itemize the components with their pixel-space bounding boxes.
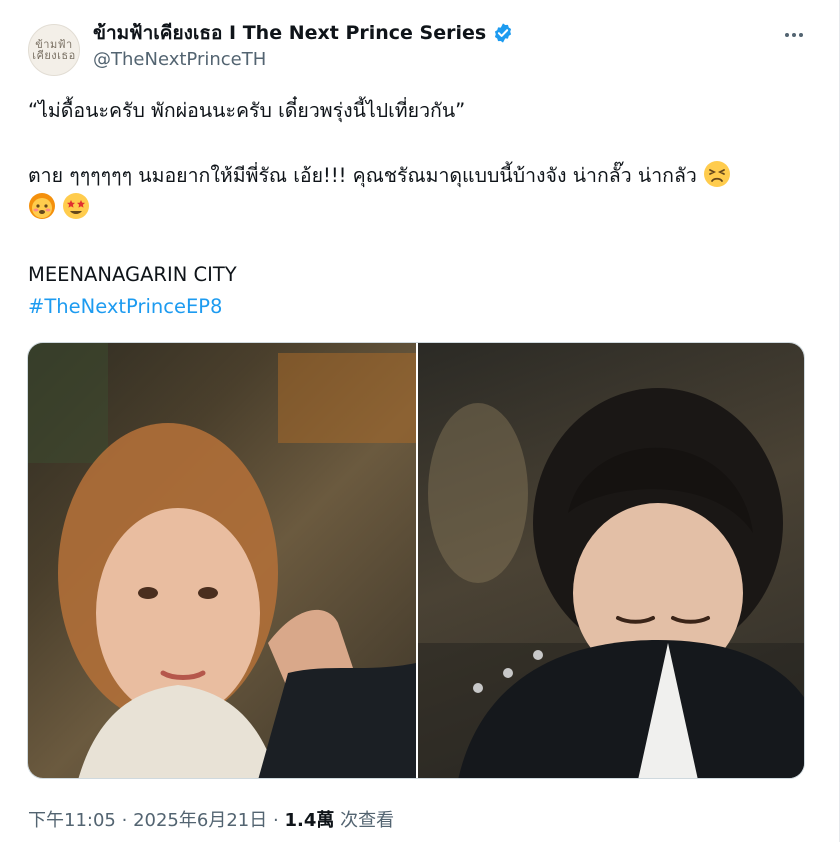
- more-dot-icon: [785, 33, 789, 37]
- more-dot-icon: [792, 33, 796, 37]
- tweet-line-reaction-text: ตาย ๆๆๆๆๆๆ นมอยากให้มีพี่รัณ เอ้ย!!! คุณ…: [28, 164, 697, 187]
- tweet-date[interactable]: 2025年6月21日: [133, 810, 267, 831]
- avatar-logo-text: ข้ามฟ้า เคียงเธอ: [32, 38, 76, 62]
- verified-badge-icon[interactable]: [492, 22, 514, 44]
- tweet-card: ข้ามฟ้า เคียงเธอ ข้ามฟ้าเคียงเธอ I The N…: [0, 0, 840, 842]
- photo-left[interactable]: [28, 343, 416, 778]
- meta-separator: ·: [272, 810, 279, 831]
- author-display-name[interactable]: ข้ามฟ้าเคียงเธอ I The Next Prince Series: [93, 18, 486, 48]
- views-count: 1.4萬: [284, 810, 335, 831]
- photo-left-image: [28, 343, 416, 778]
- tired-face-emoji-icon: [703, 160, 731, 188]
- star-struck-emoji-icon: [62, 192, 90, 220]
- tweet-line-emojis: [28, 192, 90, 223]
- meta-separator: ·: [121, 810, 128, 831]
- photo-right[interactable]: [418, 343, 804, 778]
- hashtag-link[interactable]: #TheNextPrinceEP8: [28, 292, 222, 322]
- photo-right-image: [418, 388, 804, 778]
- tweet-media[interactable]: [27, 342, 805, 779]
- more-dot-icon: [799, 33, 803, 37]
- author-avatar[interactable]: ข้ามฟ้า เคียงเธอ: [28, 24, 80, 76]
- views-label: 次查看: [340, 810, 395, 831]
- hot-face-emoji-icon: [28, 192, 56, 220]
- author-handle[interactable]: @TheNextPrinceTH: [93, 49, 266, 70]
- tweet-meta: 下午11:05 · 2025年6月21日 · 1.4萬 次查看: [28, 806, 394, 832]
- tweet-line-reaction: ตาย ๆๆๆๆๆๆ นมอยากให้มีพี่รัณ เอ้ย!!! คุณ…: [28, 160, 731, 191]
- tweet-location: MEENANAGARIN CITY: [28, 263, 237, 286]
- more-options-button[interactable]: [778, 24, 810, 46]
- tweet-line-quote: “ไม่ดื้อนะครับ พักผ่อนนะครับ เดี๋ยวพรุ่ง…: [28, 99, 466, 122]
- author-name-row: ข้ามฟ้าเคียงเธอ I The Next Prince Series: [93, 20, 514, 46]
- tweet-time[interactable]: 下午11:05: [28, 810, 116, 831]
